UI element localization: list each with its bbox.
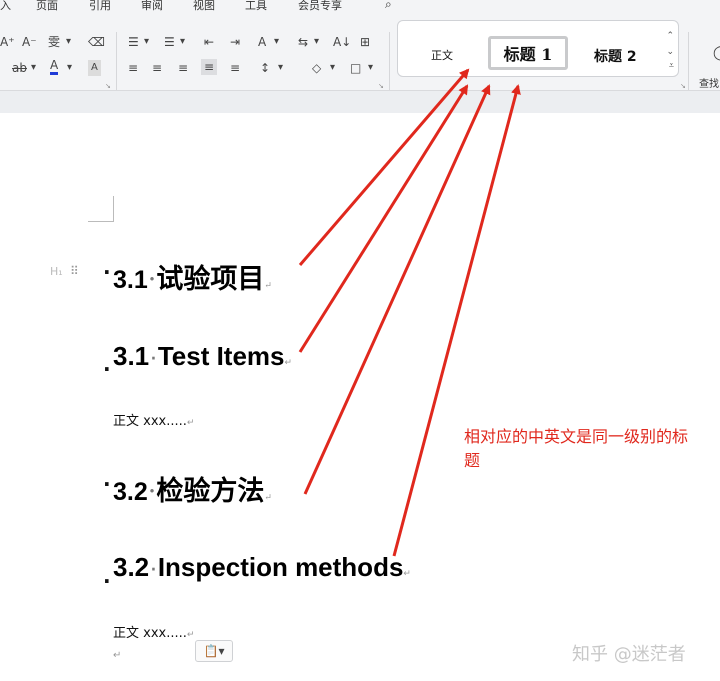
arrow-3	[303, 84, 491, 495]
arrow-1	[298, 68, 470, 266]
arrow-2	[298, 84, 469, 353]
watermark: 知乎 @迷茫者	[572, 644, 686, 665]
annotation-arrows	[298, 68, 521, 557]
